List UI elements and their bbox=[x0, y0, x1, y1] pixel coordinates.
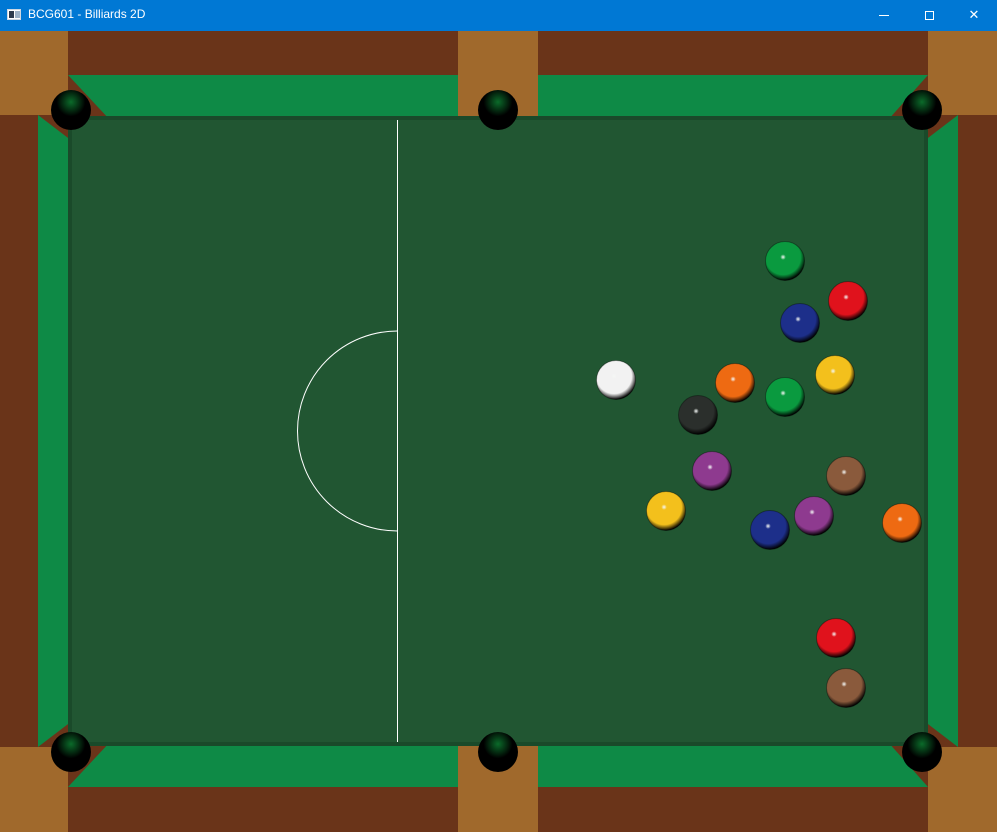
cushion-bottom-left bbox=[68, 742, 458, 787]
close-icon: ✕ bbox=[968, 8, 980, 23]
ball-green-2[interactable] bbox=[765, 377, 805, 417]
maximize-button[interactable] bbox=[906, 0, 952, 31]
ball-red-2[interactable] bbox=[816, 618, 856, 658]
maximize-icon bbox=[924, 11, 934, 20]
pocket-top-middle bbox=[478, 90, 518, 130]
title-bar[interactable]: BCG601 - Billiards 2D ✕ bbox=[0, 0, 997, 31]
ball-purple-1[interactable] bbox=[692, 451, 732, 491]
minimize-icon bbox=[879, 15, 889, 16]
ball-yellow-2[interactable] bbox=[646, 491, 686, 531]
cue-ball[interactable] bbox=[596, 360, 636, 400]
window-title: BCG601 - Billiards 2D bbox=[28, 7, 146, 21]
app-icon bbox=[7, 9, 21, 20]
ball-brown-1[interactable] bbox=[826, 456, 866, 496]
table-felt[interactable] bbox=[72, 120, 924, 742]
pocket-top-left bbox=[51, 90, 91, 130]
billiards-table[interactable] bbox=[0, 31, 997, 832]
ball-black[interactable] bbox=[678, 395, 718, 435]
ball-blue-2[interactable] bbox=[750, 510, 790, 550]
cushion-top-right bbox=[538, 75, 928, 120]
pocket-bottom-left bbox=[51, 732, 91, 772]
ball-yellow-1[interactable] bbox=[815, 355, 855, 395]
cushion-bottom-right bbox=[538, 742, 928, 787]
ball-orange-1[interactable] bbox=[715, 363, 755, 403]
ball-green-1[interactable] bbox=[765, 241, 805, 281]
application-window: BCG601 - Billiards 2D ✕ bbox=[0, 0, 997, 832]
ball-orange-2[interactable] bbox=[882, 503, 922, 543]
close-button[interactable]: ✕ bbox=[951, 0, 997, 31]
minimize-button[interactable] bbox=[861, 0, 907, 31]
ball-blue-1[interactable] bbox=[780, 303, 820, 343]
ball-brown-2[interactable] bbox=[826, 668, 866, 708]
pocket-top-right bbox=[902, 90, 942, 130]
ball-purple-2[interactable] bbox=[794, 496, 834, 536]
ball-red-1[interactable] bbox=[828, 281, 868, 321]
cushion-top-left bbox=[68, 75, 458, 120]
pocket-bottom-middle bbox=[478, 732, 518, 772]
pocket-bottom-right bbox=[902, 732, 942, 772]
cushion-left bbox=[38, 115, 72, 747]
table-canvas[interactable] bbox=[0, 31, 997, 832]
cushion-right bbox=[924, 115, 958, 747]
